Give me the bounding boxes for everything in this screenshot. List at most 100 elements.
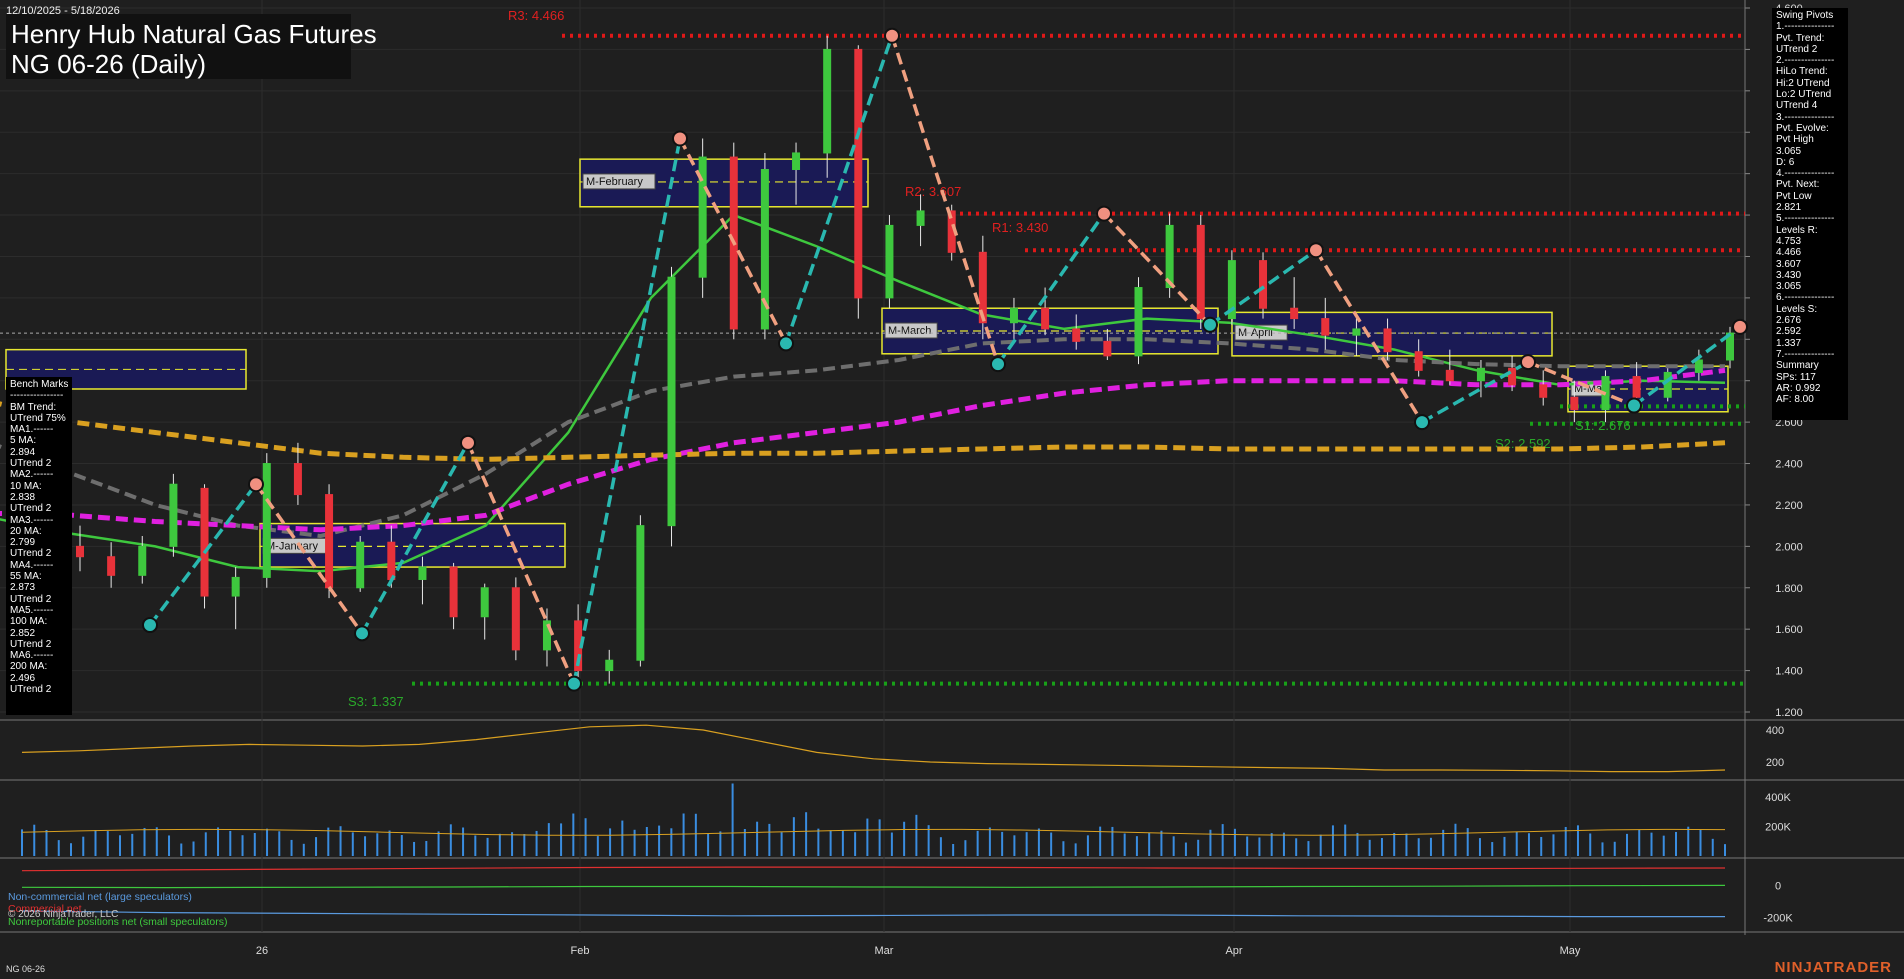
candle-body	[1321, 318, 1330, 336]
swing-leg	[572, 138, 682, 684]
subpanel3-tick-label: 0	[1775, 881, 1781, 893]
swing-panel-line: 4.---------------	[1776, 168, 1835, 180]
swing-panel-line: 1.---------------	[1776, 21, 1835, 33]
swing-panel-line: Pvt Low	[1776, 190, 1812, 202]
candle-body	[1383, 328, 1392, 353]
swing-panel-line: 3.430	[1776, 269, 1802, 281]
swing-pivot-marker	[460, 434, 476, 451]
bench-panel-line: 20 MA:	[10, 525, 42, 537]
swing-pivot-marker	[778, 335, 794, 352]
bench-panel-line: 2.496	[10, 672, 36, 684]
candle-body	[107, 556, 116, 576]
swing-panel-line: 1.337	[1776, 337, 1802, 349]
candle-body	[823, 48, 832, 154]
price-tick-label: 2.200	[1775, 500, 1803, 512]
resistance-label: R1: 3.430	[992, 220, 1048, 235]
swing-panel-line: Pvt High	[1776, 134, 1814, 146]
subpanel2-tick-label: 400K	[1765, 792, 1791, 804]
subpanel3-tick-label: -200K	[1763, 912, 1793, 924]
swing-panel-line: 2.---------------	[1776, 55, 1835, 67]
candle-body	[1290, 307, 1299, 320]
swing-panel-line: 5.---------------	[1776, 213, 1835, 225]
swing-panel-line: 3.065	[1776, 281, 1802, 293]
swing-panel-line: Swing Pivots	[1776, 10, 1834, 21]
bench-marks-panel: Bench Marks ---------------- BM Trend: UTre…	[6, 377, 72, 715]
bench-panel-line: UTrend 2	[10, 638, 52, 650]
candle-body	[1041, 307, 1050, 330]
candle-body	[1414, 351, 1423, 371]
candle-body	[1694, 359, 1703, 373]
swing-panel-line: AF: 8.00	[1776, 394, 1814, 406]
swing-panel-line: Levels R:	[1776, 224, 1818, 236]
price-tick-label: 2.000	[1775, 541, 1803, 553]
candle-body	[418, 566, 427, 580]
swing-pivot-marker	[142, 617, 158, 634]
bench-panel-line: 2.838	[10, 491, 36, 503]
resistance-label: R2: 3.607	[905, 184, 961, 199]
bench-panel-line: 2.894	[10, 446, 36, 458]
swing-panel-line: SPs: 117	[1776, 371, 1816, 383]
price-chart[interactable]: 1.2001.4001.6001.8002.0002.2002.4002.600…	[0, 0, 1904, 979]
time-tick-label: Mar	[875, 945, 894, 957]
candle-body	[1259, 260, 1268, 309]
bench-panel-line: MA2.------	[10, 469, 54, 481]
swing-panel-line: Lo:2 UTrend	[1776, 89, 1832, 101]
bench-panel-line: BM Trend:	[10, 401, 57, 413]
monthly-label: M-February	[586, 176, 643, 188]
swing-panel-line: 3.---------------	[1776, 111, 1835, 123]
bench-panel-line: ----------------	[10, 390, 64, 402]
subpanel1-tick-label: 400	[1766, 725, 1784, 737]
swing-pivot-marker	[248, 476, 264, 493]
swing-panel-line: 2.676	[1776, 315, 1802, 327]
swing-panel-line: 2.592	[1776, 326, 1802, 338]
swing-pivot-marker	[884, 27, 900, 44]
candle-body	[854, 48, 863, 299]
bench-panel-line: 2.852	[10, 627, 36, 639]
bench-panel-line: 10 MA:	[10, 480, 42, 492]
candle-body	[1009, 307, 1018, 324]
monthly-label: M-March	[888, 325, 931, 337]
candle-body	[1072, 328, 1081, 342]
time-tick-label: Apr	[1225, 945, 1242, 957]
swing-panel-line: Pvt. Evolve:	[1776, 122, 1829, 134]
bench-panel-line: MA3.------	[10, 514, 54, 526]
bench-panel-line: 2.873	[10, 582, 36, 594]
price-tick-label: 1.800	[1775, 583, 1803, 595]
bench-panel-line: 2.799	[10, 537, 36, 549]
candle-body	[1539, 384, 1548, 398]
bench-panel-line: UTrend 2	[10, 684, 52, 696]
cot-line	[21, 910, 1725, 918]
bench-panel-line: MA5.------	[10, 604, 54, 616]
candle-body	[356, 541, 365, 589]
subpanel1-tick-label: 200	[1766, 757, 1784, 769]
bench-panel-line: 55 MA:	[10, 571, 42, 583]
swing-panel-line: 7.---------------	[1776, 348, 1835, 360]
subpanel1-line	[21, 724, 1726, 773]
swing-pivot-marker	[1096, 205, 1112, 222]
chart-title: Henry Hub Natural Gas Futures	[11, 19, 377, 49]
swing-pivots-panel: Swing Pivots 1.--------------- Pvt. Trend:…	[1772, 8, 1848, 420]
candle-body	[1663, 371, 1672, 398]
candle-body	[169, 483, 178, 547]
candle-body	[293, 463, 302, 496]
candle-body	[1196, 224, 1205, 320]
swing-pivot-marker	[354, 625, 370, 642]
swing-pivot-marker	[1414, 414, 1430, 431]
candle-body	[1352, 328, 1361, 336]
bench-panel-line: UTrend 2	[10, 458, 52, 470]
bench-panel-line: Bench Marks	[10, 379, 69, 390]
time-tick-label: Feb	[571, 945, 590, 957]
candle-body	[667, 276, 676, 527]
legend-noncommercial: Non-commercial net (large speculators)	[8, 891, 192, 903]
candle-body	[636, 525, 645, 661]
bench-panel-line: UTrend 2	[10, 593, 52, 605]
swing-panel-line: D: 6	[1776, 156, 1795, 168]
resistance-label: R3: 4.466	[508, 8, 564, 23]
price-tick-label: 2.400	[1775, 459, 1803, 471]
chart-subtitle: NG 06-26 (Daily)	[11, 49, 207, 79]
price-tick-label: 1.400	[1775, 666, 1803, 678]
swing-panel-line: 6.---------------	[1776, 292, 1835, 304]
candle-body	[200, 487, 209, 597]
swing-pivot-marker	[566, 675, 582, 692]
swing-panel-line: Pvt. Trend:	[1776, 32, 1825, 44]
